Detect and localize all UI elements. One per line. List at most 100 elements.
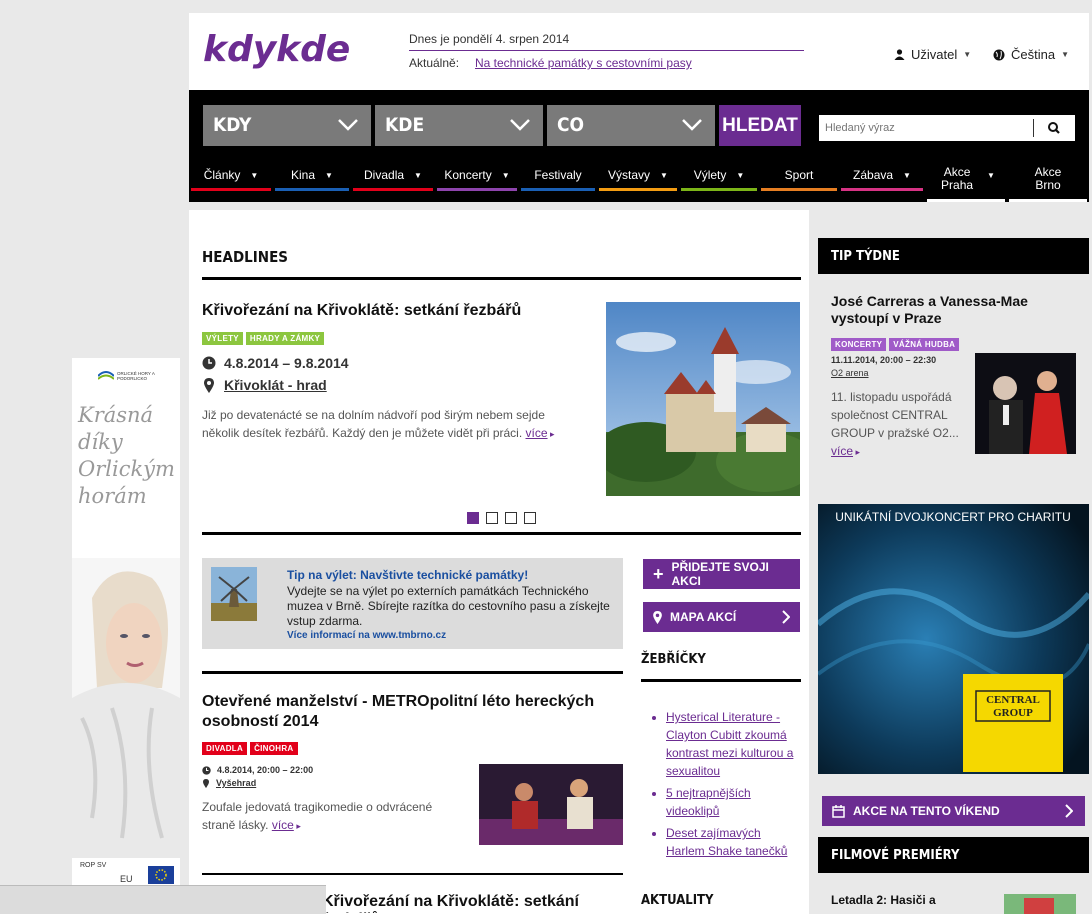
slider-dot[interactable] (486, 512, 498, 524)
caret-right-icon: ▸ (853, 447, 861, 457)
windmill-image[interactable] (211, 567, 257, 621)
tag[interactable]: KONCERTY (831, 338, 887, 351)
nav-item[interactable]: Akce Brno (1007, 160, 1089, 192)
kde-select[interactable]: KDE (375, 105, 543, 146)
weekend-button[interactable]: AKCE NA TENTO VÍKEND (822, 796, 1085, 826)
tip-link[interactable]: Více informací na www.tmbrno.cz (287, 630, 446, 641)
add-event-button[interactable]: + PŘIDEJTE SVOJI AKCI (643, 559, 800, 589)
divider (202, 671, 623, 674)
slider-dot[interactable] (505, 512, 517, 524)
orlicke-hory-ad[interactable]: ORLICKÉ HORY A PODORLICKO Krásná díky Or… (72, 358, 180, 888)
kdykde-logo[interactable]: kdykde (203, 27, 353, 73)
tip-tydne-event-title[interactable]: José Carreras a Vanessa-Mae vystoupí v P… (831, 293, 1061, 327)
list-item: 5 nejtrapnějších videoklipů (666, 784, 801, 820)
nav-item-label: Sport (784, 168, 814, 182)
castle-image[interactable] (606, 302, 800, 496)
nav-item-underline (681, 188, 757, 191)
aktualne-link[interactable]: Na technické památky s cestovními pasy (475, 56, 692, 70)
calendar-icon (832, 804, 845, 818)
list-item: Hysterical Literature - Clayton Cubitt z… (666, 708, 801, 780)
chevron-down-icon: ▼ (250, 170, 259, 180)
movie-thumb-image[interactable] (1004, 894, 1076, 914)
tag[interactable]: DIVADLA (202, 742, 248, 755)
chevron-down-icon (338, 119, 358, 131)
ad-slogan-line: Orlickým (78, 457, 175, 481)
nav-item-underline (191, 188, 271, 191)
nav-item[interactable]: Výstavy ▼ (597, 160, 679, 190)
ad-slogan-line: Krásná (78, 403, 154, 427)
list-item: Deset zajímavých Harlem Shake tanečků (666, 824, 801, 860)
chevron-right-icon (782, 610, 790, 624)
tag[interactable]: VÁŽNÁ HUDBA (889, 338, 960, 351)
tag[interactable]: ČINOHRA (250, 742, 298, 755)
nav-item[interactable]: Divadla ▼ (351, 160, 435, 190)
nav-item[interactable]: Festivaly (519, 160, 597, 190)
headline-article-title[interactable]: Křivořezání na Křivoklátě: setkání řezbá… (202, 302, 582, 320)
slider-dot[interactable] (524, 512, 536, 524)
place-link[interactable]: Vyšehrad (216, 778, 256, 788)
more-link[interactable]: více (526, 426, 548, 440)
kdy-select[interactable]: KDY (203, 105, 371, 146)
zebricky-link[interactable]: 5 nejtrapnějších videoklipů (666, 786, 751, 818)
tip-title[interactable]: Tip na výlet: Navštivte technické památk… (287, 568, 528, 582)
tip-tydne-title: TIP TÝDNE (831, 248, 900, 264)
zebricky-link[interactable]: Deset zajímavých Harlem Shake tanečků (666, 826, 787, 858)
premiery-header: FILMOVÉ PREMIÉRY (818, 837, 1089, 873)
chevron-down-icon (682, 119, 702, 131)
chevron-down-icon (510, 119, 530, 131)
nav-item[interactable]: Koncerty ▼ (435, 160, 519, 190)
tag[interactable]: HRADY A ZÁMKY (245, 332, 325, 345)
carreras-image[interactable] (975, 353, 1076, 454)
nav-item-label: Akce Praha (941, 165, 974, 192)
article-title[interactable]: Otevřené manželství - METROpolitní léto … (202, 692, 612, 732)
nav-item[interactable]: Výlety ▼ (679, 160, 759, 190)
divider (202, 277, 801, 280)
map-label: MAPA AKCÍ (670, 610, 737, 624)
headline-body: Již po devatenácté se na dolním nádvoří … (202, 408, 545, 440)
theatre-image[interactable] (479, 764, 623, 845)
nav-item[interactable]: Zábava ▼ (839, 160, 925, 190)
headline-tags: VÝLETY HRADY A ZÁMKY (202, 328, 327, 346)
tip-tydne-place[interactable]: O2 arena (831, 368, 869, 378)
map-button[interactable]: MAPA AKCÍ (643, 602, 800, 632)
more-link[interactable]: více (831, 444, 853, 458)
site-header: kdykde Dnes je pondělí 4. srpen 2014 Akt… (189, 13, 1089, 90)
premiery-first[interactable]: Letadla 2: Hasiči a (831, 893, 936, 907)
article-title[interactable]: Křivořezání na Křivoklátě: setkání řezbá… (322, 893, 622, 913)
article-tags: DIVADLA ČINOHRA (202, 738, 301, 756)
central-group-logo-1: CENTRAL (986, 694, 1040, 706)
charity-banner[interactable]: UNIKÁTNÍ DVOJKONCERT PRO CHARITU CENTRAL… (818, 504, 1089, 774)
kdy-label: KDY (213, 114, 252, 136)
chevron-down-icon: ▼ (736, 170, 745, 180)
nav-item[interactable]: Sport (759, 160, 839, 190)
map-pin-icon (653, 610, 662, 624)
chevron-right-icon (1065, 804, 1073, 818)
map-pin-icon (204, 377, 214, 393)
hledat-button[interactable]: HLEDAT (719, 105, 801, 146)
nav-item-label: Výstavy (608, 168, 651, 182)
nav-item-underline (353, 188, 433, 191)
nav-item-underline (521, 188, 595, 191)
globe-icon (993, 49, 1005, 60)
map-pin-icon (203, 778, 209, 788)
search-box (819, 115, 1075, 141)
nav-item[interactable]: Akce Praha ▼ (925, 160, 1007, 192)
place-link[interactable]: Křivoklát - hrad (224, 377, 327, 393)
chevron-down-icon: ▼ (414, 170, 422, 180)
search-icon[interactable] (1041, 119, 1069, 137)
user-menu[interactable]: Uživatel ▼ (894, 47, 971, 62)
search-input[interactable] (819, 115, 1033, 141)
more-link[interactable]: více (272, 818, 294, 832)
tag[interactable]: VÝLETY (202, 332, 243, 345)
co-select[interactable]: CO (547, 105, 715, 146)
nav-item[interactable]: Kina ▼ (273, 160, 351, 190)
zebricky-link[interactable]: Hysterical Literature - Clayton Cubitt z… (666, 710, 793, 778)
language-menu[interactable]: Čeština ▼ (993, 47, 1069, 62)
article-date: 4.8.2014, 20:00 – 22:00 (202, 765, 313, 775)
slider-dot[interactable] (467, 512, 479, 524)
browser-status-bar (0, 885, 326, 914)
nav-item[interactable]: Články ▼ (189, 160, 273, 190)
nav-item-underline (841, 188, 923, 191)
headline-place: Křivoklát - hrad (204, 377, 327, 393)
chevron-down-icon: ▼ (325, 170, 333, 180)
